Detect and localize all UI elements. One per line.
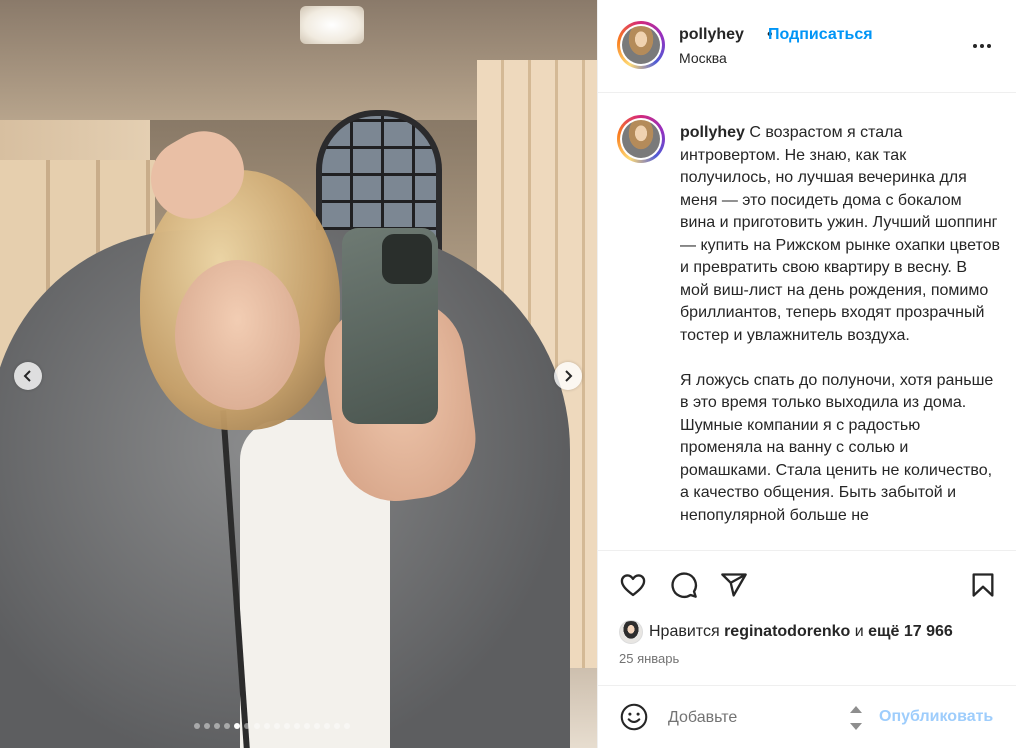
share-button[interactable] (719, 570, 749, 600)
follow-button[interactable]: Подписаться (768, 26, 873, 44)
chevron-left-icon (23, 370, 31, 382)
bookmark-icon (972, 573, 994, 597)
liker-username[interactable]: reginatodorenko (724, 623, 850, 641)
comment-input[interactable] (668, 704, 838, 732)
caption-author-avatar[interactable] (617, 115, 665, 163)
avatar-image (622, 120, 660, 158)
heart-icon (620, 574, 646, 597)
comment-bar: Опубликовать (598, 685, 1016, 748)
post-actions (598, 550, 1016, 618)
publish-button[interactable]: Опубликовать (879, 708, 993, 726)
save-button[interactable] (968, 570, 998, 600)
caption-text-2: Я ложусь спать до полуночи, хотя раньше … (680, 371, 994, 524)
carousel-dot (324, 723, 330, 729)
carousel-dot (244, 723, 250, 729)
likes-joiner: и (854, 623, 864, 640)
carousel-dot (344, 723, 350, 729)
photo-ceiling-lamp (300, 6, 364, 44)
caption-username[interactable]: pollyhey (680, 124, 745, 141)
author-username[interactable]: pollyhey (679, 26, 744, 44)
like-button[interactable] (618, 570, 648, 600)
share-icon (721, 573, 747, 597)
carousel-dot (234, 723, 240, 729)
post-location[interactable]: Москва (679, 50, 727, 66)
carousel-dot (284, 723, 290, 729)
photo-phone-camera (382, 234, 432, 284)
comment-icon (671, 572, 697, 598)
carousel-dot (224, 723, 230, 729)
carousel-indicator (194, 723, 350, 729)
carousel-next-button[interactable] (554, 362, 582, 390)
post-date[interactable]: 25 январь (619, 651, 679, 666)
carousel-dot (334, 723, 340, 729)
caption-area: pollyhey С возрастом я стала интровертом… (598, 93, 1016, 550)
carousel-dot (314, 723, 320, 729)
likes-summary: Нравится reginatodorenko и ещё 17 966 (619, 620, 953, 644)
comment-button[interactable] (669, 570, 699, 600)
carousel-dot (194, 723, 200, 729)
caption-paragraph: pollyhey С возрастом я стала интровертом… (680, 122, 1000, 347)
carousel-dot (304, 723, 310, 729)
more-horizontal-icon[interactable] (971, 36, 993, 56)
post-photo[interactable] (0, 0, 597, 748)
post-side-panel: pollyhey • Подписаться Москва pollyhey С… (597, 0, 1016, 748)
avatar-image (622, 26, 660, 64)
carousel-dot (294, 723, 300, 729)
scroll-up-icon[interactable] (850, 706, 862, 713)
likes-count[interactable]: ещё 17 966 (868, 623, 953, 641)
emoji-icon[interactable] (620, 703, 648, 731)
post-header: pollyhey • Подписаться Москва (598, 0, 1016, 93)
chevron-right-icon (565, 370, 573, 382)
likes-prefix: Нравится (649, 623, 720, 640)
carousel-dot (274, 723, 280, 729)
comment-scroll-control[interactable] (849, 706, 863, 730)
photo-face (175, 260, 300, 410)
carousel-dot (214, 723, 220, 729)
carousel-dot (254, 723, 260, 729)
caption-text-1: С возрастом я стала интровертом. Не знаю… (680, 124, 1000, 344)
caption-paragraph: Я ложусь спать до полуночи, хотя раньше … (680, 370, 1000, 528)
post-caption: pollyhey С возрастом я стала интровертом… (680, 122, 1000, 550)
carousel-dot (264, 723, 270, 729)
carousel-prev-button[interactable] (14, 362, 42, 390)
author-avatar[interactable] (617, 21, 665, 69)
scroll-down-icon[interactable] (850, 723, 862, 730)
liker-avatar[interactable] (619, 620, 643, 644)
carousel-dot (204, 723, 210, 729)
